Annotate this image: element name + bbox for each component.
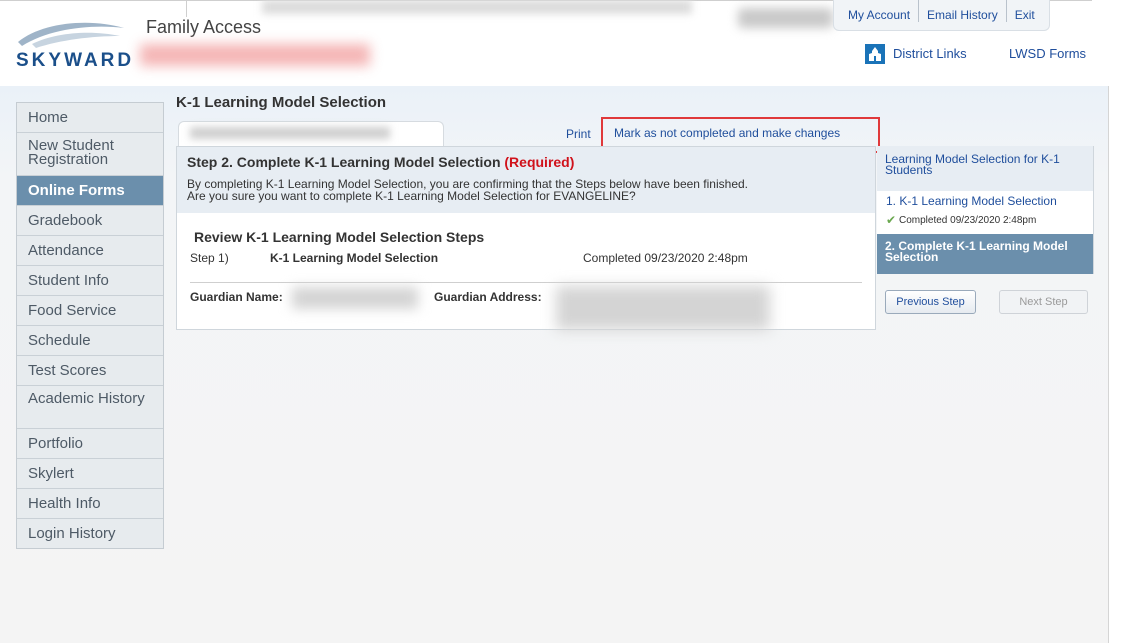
exit-link[interactable]: Exit: [1007, 0, 1043, 22]
email-history-link[interactable]: Email History: [919, 0, 1007, 22]
step-link-1[interactable]: 1. K-1 Learning Model Selection: [886, 194, 1057, 208]
divider: [1108, 86, 1109, 643]
skyward-logo: SKYWARD: [12, 14, 132, 74]
previous-step-button[interactable]: Previous Step: [885, 290, 976, 314]
sidebar-item-schedule[interactable]: Schedule: [17, 326, 163, 356]
step-title: Step 2. Complete K-1 Learning Model Sele…: [187, 154, 574, 170]
district-links[interactable]: District Links: [893, 46, 967, 61]
redacted-user-name: [738, 8, 833, 28]
step-status: Completed 09/23/2020 2:48pm: [583, 251, 748, 265]
redacted-student-name: [140, 44, 370, 66]
sidebar-item-skylert[interactable]: Skylert: [17, 459, 163, 489]
sidebar-item-label: Academic History: [28, 390, 145, 407]
divider: [186, 0, 187, 17]
sidebar-item-academic-history[interactable]: Academic History: [17, 386, 163, 429]
redacted-guardian-address: [556, 286, 770, 330]
checkmark-icon: ✔: [886, 213, 897, 227]
print-link[interactable]: Print: [566, 127, 591, 141]
sidebar-item-login-history[interactable]: Login History: [17, 519, 163, 548]
sidebar-item-online-forms[interactable]: Online Forms: [17, 176, 163, 206]
current-step-label: 2. Complete K-1 Learning Model Selection: [885, 239, 1068, 264]
account-links: My Account Email History Exit: [833, 0, 1050, 31]
sidebar-item-new-student-registration[interactable]: New Student Registration: [17, 133, 163, 176]
step1-completed-date: Completed 09/23/2020 2:48pm: [899, 215, 1037, 226]
school-building-icon[interactable]: [865, 44, 885, 64]
redacted-area: [262, 0, 692, 14]
steps-panel-title: Learning Model Selection for K-1 Student…: [885, 152, 1060, 177]
sidebar-item-attendance[interactable]: Attendance: [17, 236, 163, 266]
guardian-name-label: Guardian Name:: [190, 290, 283, 304]
sidebar-item-home[interactable]: Home: [17, 103, 163, 133]
step-title-text: Step 2. Complete K-1 Learning Model Sele…: [187, 154, 501, 170]
sidebar-item-health-info[interactable]: Health Info: [17, 489, 163, 519]
confirmation-question: Are you sure you want to complete K-1 Le…: [187, 189, 636, 203]
sidebar-item-portfolio[interactable]: Portfolio: [17, 429, 163, 459]
redacted-guardian-name: [292, 287, 418, 309]
next-step-button[interactable]: Next Step: [999, 290, 1088, 314]
step-number: Step 1): [190, 251, 229, 265]
app-title: Family Access: [146, 17, 262, 37]
sidebar-item-label: New Student Registration: [28, 137, 114, 168]
step-name: K-1 Learning Model Selection: [270, 251, 439, 265]
divider: [190, 282, 862, 283]
sidebar-nav: Home New Student Registration Online For…: [16, 102, 164, 549]
sidebar-item-gradebook[interactable]: Gradebook: [17, 206, 163, 236]
sidebar-item-food-service[interactable]: Food Service: [17, 296, 163, 326]
redacted-student-tab-label: [190, 127, 390, 139]
logo-text: SKYWARD: [16, 50, 132, 71]
guardian-address-label: Guardian Address:: [434, 290, 542, 304]
page-title: K-1 Learning Model Selection: [176, 94, 387, 111]
sidebar-item-student-info[interactable]: Student Info: [17, 266, 163, 296]
required-label: (Required): [504, 154, 575, 170]
lwsd-forms-link[interactable]: LWSD Forms: [1009, 46, 1086, 61]
my-account-link[interactable]: My Account: [840, 0, 920, 22]
review-title: Review K-1 Learning Model Selection Step…: [194, 229, 485, 245]
sidebar-item-test-scores[interactable]: Test Scores: [17, 356, 163, 386]
